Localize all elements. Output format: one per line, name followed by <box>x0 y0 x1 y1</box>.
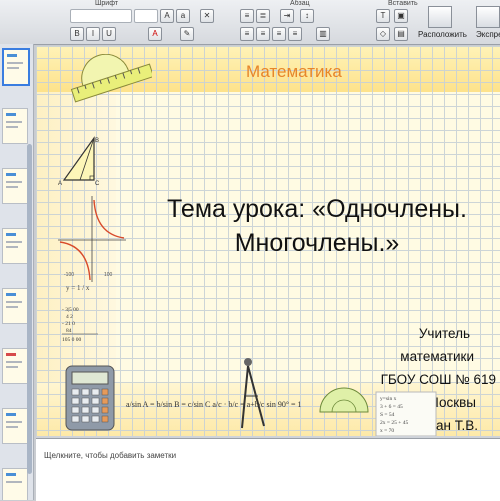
svg-text:-100: -100 <box>64 272 74 278</box>
notepad-equations-illustration: y=sin x 3 + 6 = 45 S = 54 2x = 25 + 45 x… <box>375 391 437 436</box>
slide-heading[interactable]: Математика <box>246 62 342 82</box>
arrange-label[interactable]: Расположить <box>418 30 467 39</box>
slide-thumbnail[interactable] <box>2 168 28 204</box>
slide-thumbnail[interactable] <box>2 108 28 144</box>
svg-text:y=sin x: y=sin x <box>380 396 397 402</box>
svg-text:105 0 00: 105 0 00 <box>62 337 82 343</box>
quick-styles-label[interactable]: Экспре <box>476 30 500 39</box>
shapes-icon[interactable]: ◇ <box>376 27 390 41</box>
title-line-1: Тема урока: «Одночлены. <box>167 195 467 223</box>
slide-thumbnail[interactable] <box>2 468 28 500</box>
slide-canvas[interactable]: Математика A C B -100 100 y = 1 / x - 3|… <box>36 46 500 436</box>
slide-thumbnail[interactable] <box>2 288 28 324</box>
font-color-icon[interactable]: A <box>148 27 162 41</box>
svg-text:B: B <box>95 138 99 144</box>
insert-group-label: Вставить <box>388 0 418 7</box>
svg-text:- 21 0: - 21 0 <box>62 321 75 327</box>
graph-caption: y = 1 / x <box>66 284 90 292</box>
align-right-icon[interactable]: ≡ <box>272 27 286 41</box>
quick-styles-icon[interactable] <box>476 6 500 28</box>
font-size-select[interactable] <box>134 9 158 23</box>
slide-title[interactable]: Тема урока: «Одночлены. Многочлены.» <box>132 192 500 260</box>
notes-pane[interactable]: Щелкните, чтобы добавить заметки <box>36 438 500 501</box>
svg-text:100: 100 <box>104 272 113 278</box>
italic-icon[interactable]: I <box>86 27 100 41</box>
thumbnail-scrollbar[interactable] <box>27 144 32 474</box>
svg-text:S = 54: S = 54 <box>380 412 395 418</box>
ribbon-toolbar: Шрифт Абзац Вставить A a ✕ B I U A ✎ ≡ ≣… <box>0 0 500 45</box>
author-line-3: ГБОУ СОШ № 619 <box>380 372 496 387</box>
svg-text:- 3|5 00: - 3|5 00 <box>62 307 79 313</box>
triangle-illustration: A C B <box>58 136 100 186</box>
author-line-1: Учитель <box>418 326 470 341</box>
align-left-icon[interactable]: ≡ <box>240 27 254 41</box>
slide-thumbnail[interactable] <box>2 228 28 264</box>
font-group-label: Шрифт <box>95 0 119 7</box>
author-line-2: математики <box>400 349 474 364</box>
notes-placeholder[interactable]: Щелкните, чтобы добавить заметки <box>44 451 176 460</box>
ruler-protractor-illustration <box>70 54 152 103</box>
numbering-icon[interactable]: ≣ <box>256 9 270 23</box>
bold-icon[interactable]: B <box>70 27 84 41</box>
grow-font-icon[interactable]: A <box>160 9 174 23</box>
underline-icon[interactable]: U <box>102 27 116 41</box>
long-division-illustration: - 3|5 00 4 2 - 21 0 84 105 0 00 <box>62 307 98 343</box>
svg-text:A: A <box>58 181 62 186</box>
align-center-icon[interactable]: ≡ <box>256 27 270 41</box>
highlight-icon[interactable]: ✎ <box>180 27 194 41</box>
calculator-illustration <box>65 365 115 431</box>
svg-text:C: C <box>95 181 100 186</box>
justify-icon[interactable]: ≡ <box>288 27 302 41</box>
line-spacing-icon[interactable]: ↕ <box>300 9 314 23</box>
slide-thumbnail[interactable] <box>2 48 30 86</box>
columns-icon[interactable]: ▥ <box>316 27 330 41</box>
arrange-icon[interactable] <box>428 6 452 28</box>
svg-text:84: 84 <box>66 328 72 334</box>
trig-formulas: a/sin A = b/sin B = c/sin C a/c · b/c = … <box>126 400 302 409</box>
protractor-illustration <box>319 387 369 413</box>
bullets-icon[interactable]: ≡ <box>240 9 254 23</box>
indent-icon[interactable]: ⇥ <box>280 9 294 23</box>
slide-thumbnail[interactable] <box>2 348 28 384</box>
svg-text:3 + 6 = 45: 3 + 6 = 45 <box>380 404 403 410</box>
svg-text:x = 70: x = 70 <box>380 428 394 434</box>
svg-text:2x = 25 + 45: 2x = 25 + 45 <box>380 420 408 426</box>
font-name-select[interactable] <box>70 9 132 23</box>
svg-text:4 2: 4 2 <box>66 314 73 320</box>
text-box-icon[interactable]: Т <box>376 9 390 23</box>
slide-thumbnail-pane <box>0 44 34 500</box>
shrink-font-icon[interactable]: a <box>176 9 190 23</box>
clear-format-icon[interactable]: ✕ <box>200 9 214 23</box>
smartart-icon[interactable]: ▤ <box>394 27 408 41</box>
compass-illustration <box>241 358 265 429</box>
slide-thumbnail[interactable] <box>2 408 28 444</box>
picture-icon[interactable]: ▣ <box>394 9 408 23</box>
title-line-2: Многочлены.» <box>234 229 400 257</box>
hyperbola-graph-illustration: -100 100 <box>58 196 126 282</box>
paragraph-group-label: Абзац <box>290 0 310 7</box>
